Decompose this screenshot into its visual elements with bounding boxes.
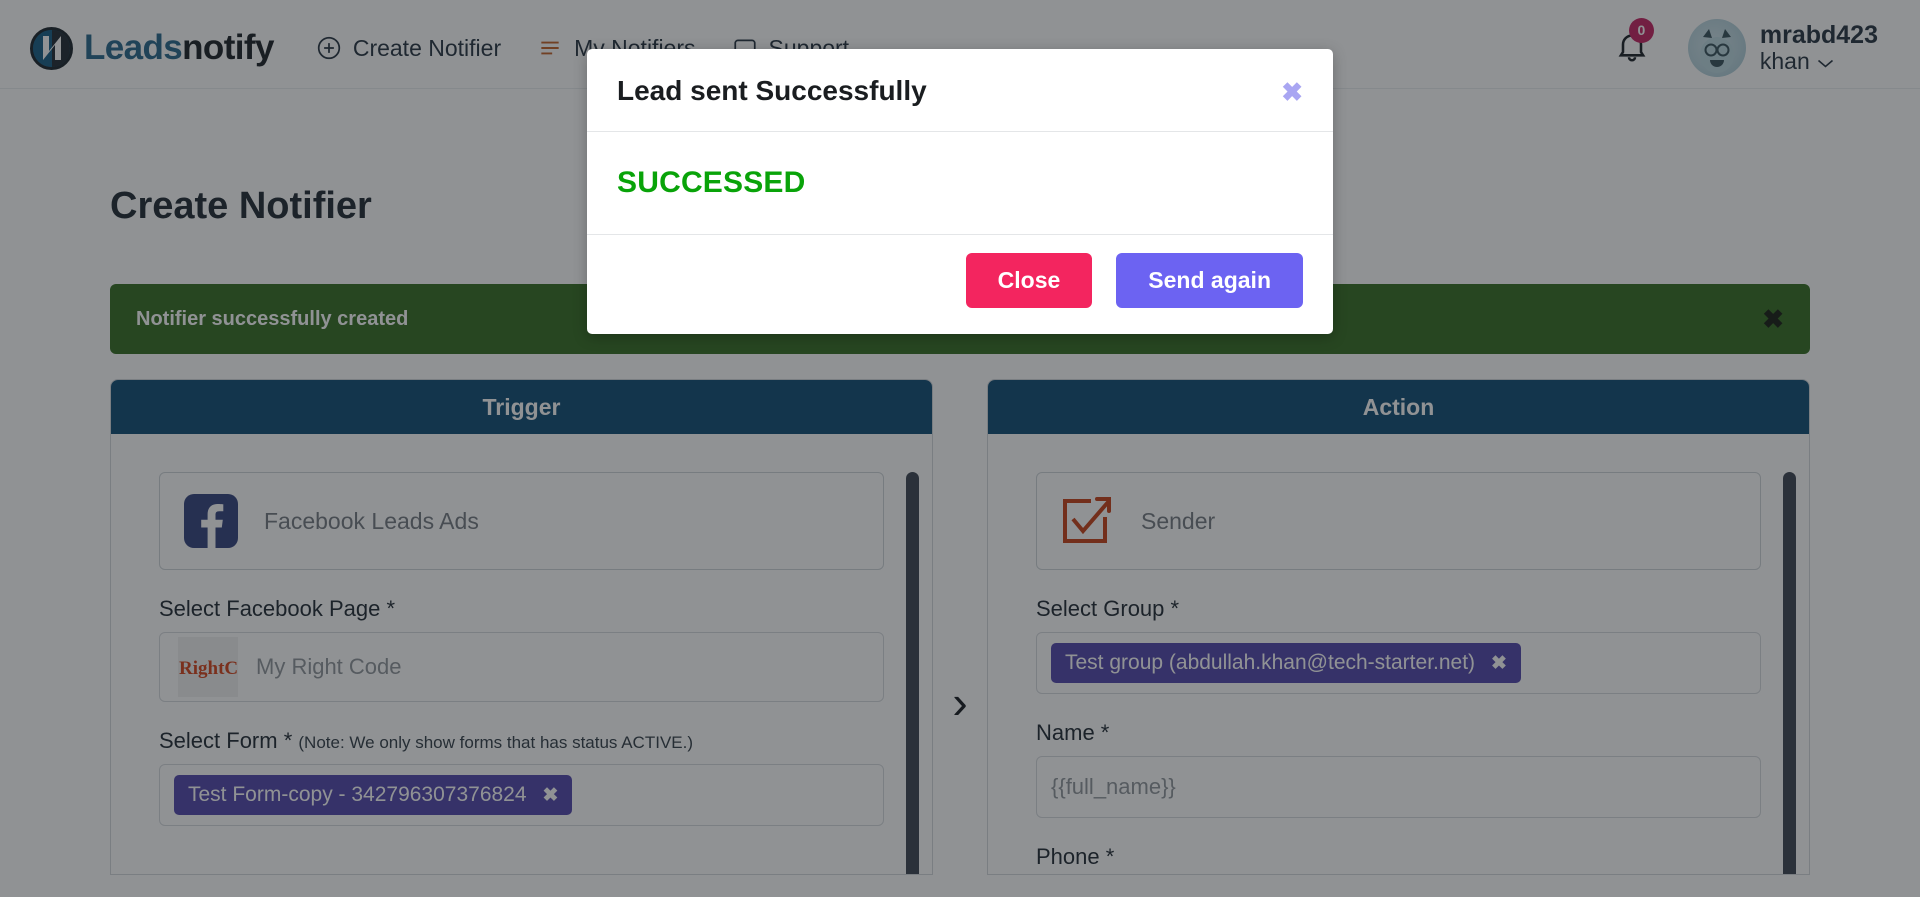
- modal-send-again-button[interactable]: Send again: [1116, 253, 1303, 308]
- modal-close-icon[interactable]: ✖: [1281, 79, 1303, 105]
- lead-sent-modal: Lead sent Successfully ✖ SUCCESSED Close…: [587, 49, 1333, 334]
- modal-title: Lead sent Successfully: [617, 75, 927, 106]
- modal-close-button[interactable]: Close: [965, 253, 1093, 308]
- modal-status-text: SUCCESSED: [617, 166, 806, 199]
- modal-footer: Close Send again: [587, 234, 1333, 334]
- modal-body: SUCCESSED: [587, 132, 1333, 234]
- modal-header: Lead sent Successfully ✖: [587, 49, 1333, 132]
